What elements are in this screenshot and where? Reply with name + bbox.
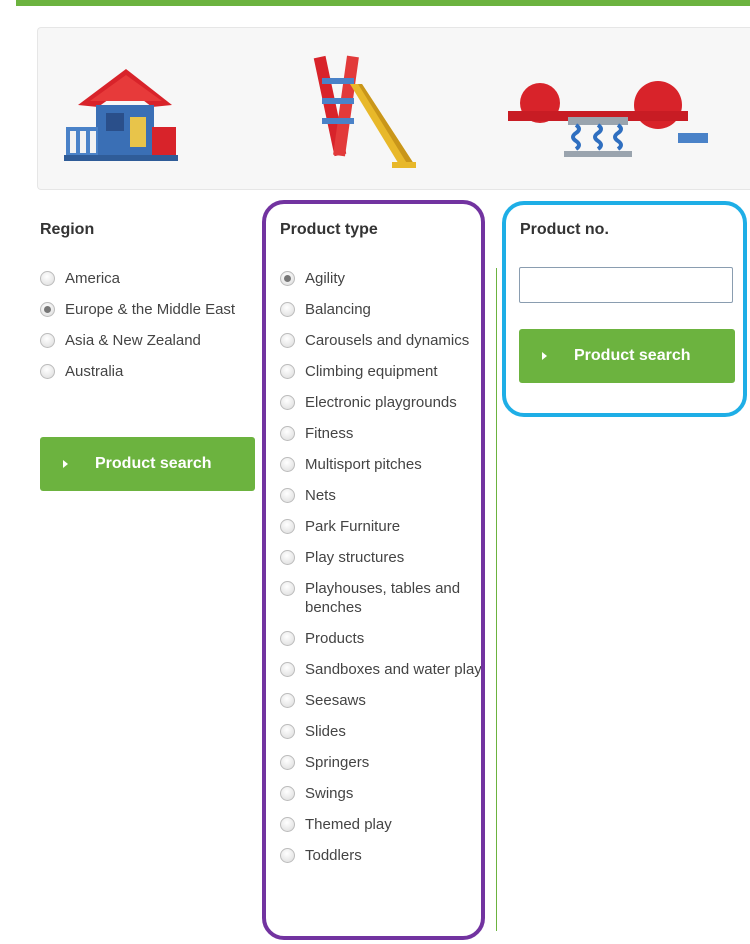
product-type-option[interactable]: Multisport pitches [280,455,505,474]
radio-unchecked-icon[interactable] [40,364,55,379]
product-type-radio-group: Agility Balancing Carousels and dynamics Cl… [280,269,505,877]
product-type-option[interactable]: Sandboxes and water play [280,660,505,679]
product-type-option[interactable]: Agility [280,269,505,288]
product-type-option[interactable]: Playhouses, tables and benches [280,579,505,617]
product-type-option[interactable]: Carousels and dynamics [280,331,505,350]
product-type-option[interactable]: Nets [280,486,505,505]
product-type-option[interactable]: Play structures [280,548,505,567]
region-option[interactable]: America [40,269,255,288]
radio-unchecked-icon[interactable] [280,786,295,801]
product-type-option-label: Playhouses, tables and benches [305,580,461,616]
region-product-search-button[interactable]: Product search [40,437,255,491]
radio-unchecked-icon[interactable] [280,488,295,503]
region-option-label: Europe & the Middle East [65,301,236,318]
region-title: Region [40,221,95,238]
springer-image[interactable] [498,73,718,173]
product-type-option-label: Themed play [305,816,392,833]
top-accent-bar [16,0,750,6]
product-type-option[interactable]: Seesaws [280,691,505,710]
product-type-option[interactable]: Springers [280,753,505,772]
radio-unchecked-icon[interactable] [280,662,295,677]
radio-checked-icon[interactable] [40,302,55,317]
region-option[interactable]: Australia [40,362,255,381]
product-type-option-label: Fitness [305,425,354,442]
product-type-option-label: Nets [305,487,336,504]
product-type-option-label: Climbing equipment [305,363,438,380]
product-type-option[interactable]: Swings [280,784,505,803]
radio-unchecked-icon[interactable] [40,333,55,348]
product-type-option[interactable]: Electronic playgrounds [280,393,505,412]
region-option-label: Asia & New Zealand [65,332,201,349]
radio-unchecked-icon[interactable] [280,333,295,348]
product-type-option-label: Sandboxes and water play [305,661,482,678]
radio-unchecked-icon[interactable] [280,519,295,534]
radio-unchecked-icon[interactable] [280,581,295,596]
product-type-option-label: Balancing [305,301,371,318]
product-banner [37,27,750,190]
product-type-option[interactable]: Climbing equipment [280,362,505,381]
radio-unchecked-icon[interactable] [280,755,295,770]
product-type-option[interactable]: Park Furniture [280,517,505,536]
product-type-option[interactable]: Themed play [280,815,505,834]
product-type-option[interactable]: Balancing [280,300,505,319]
radio-unchecked-icon[interactable] [280,302,295,317]
radio-unchecked-icon[interactable] [280,457,295,472]
product-type-option-label: Multisport pitches [305,456,422,473]
radio-unchecked-icon[interactable] [280,395,295,410]
product-type-option-label: Play structures [305,549,405,566]
product-type-option-label: Products [305,630,365,647]
radio-unchecked-icon[interactable] [280,848,295,863]
radio-unchecked-icon[interactable] [280,693,295,708]
radio-unchecked-icon[interactable] [280,426,295,441]
product-type-option-label: Seesaws [305,692,366,709]
product-type-option-label: Slides [305,723,346,740]
radio-unchecked-icon[interactable] [40,271,55,286]
radio-unchecked-icon[interactable] [280,364,295,379]
product-type-option-label: Carousels and dynamics [305,332,470,349]
arrow-right-icon [63,460,68,468]
product-type-option[interactable]: Slides [280,722,505,741]
radio-unchecked-icon[interactable] [280,817,295,832]
product-type-option-label: Springers [305,754,370,771]
radio-unchecked-icon[interactable] [280,550,295,565]
region-option-label: Australia [65,363,124,380]
radio-unchecked-icon[interactable] [280,631,295,646]
radio-checked-icon[interactable] [280,271,295,286]
product-type-option[interactable]: Toddlers [280,846,505,865]
region-option[interactable]: Europe & the Middle East [40,300,255,319]
radio-unchecked-icon[interactable] [280,724,295,739]
product-type-option-label: Park Furniture [305,518,401,535]
product-no-search-button[interactable]: Product search [519,329,735,383]
column-divider [496,268,497,931]
product-type-option[interactable]: Products [280,629,505,648]
arrow-right-icon [542,352,547,360]
product-type-option-label: Agility [305,270,346,287]
region-option-label: America [65,270,121,287]
product-type-title: Product type [280,221,378,238]
region-radio-group: America Europe & the Middle East Asia & Ne… [40,269,255,393]
product-type-option-label: Toddlers [305,847,362,864]
product-type-option-label: Swings [305,785,354,802]
product-no-title: Product no. [520,221,609,238]
region-option[interactable]: Asia & New Zealand [40,331,255,350]
slide-image[interactable] [296,48,426,178]
playhouse-image[interactable] [56,65,196,175]
product-type-option-label: Electronic playgrounds [305,394,457,411]
product-no-input[interactable] [519,267,733,303]
product-type-option[interactable]: Fitness [280,424,505,443]
